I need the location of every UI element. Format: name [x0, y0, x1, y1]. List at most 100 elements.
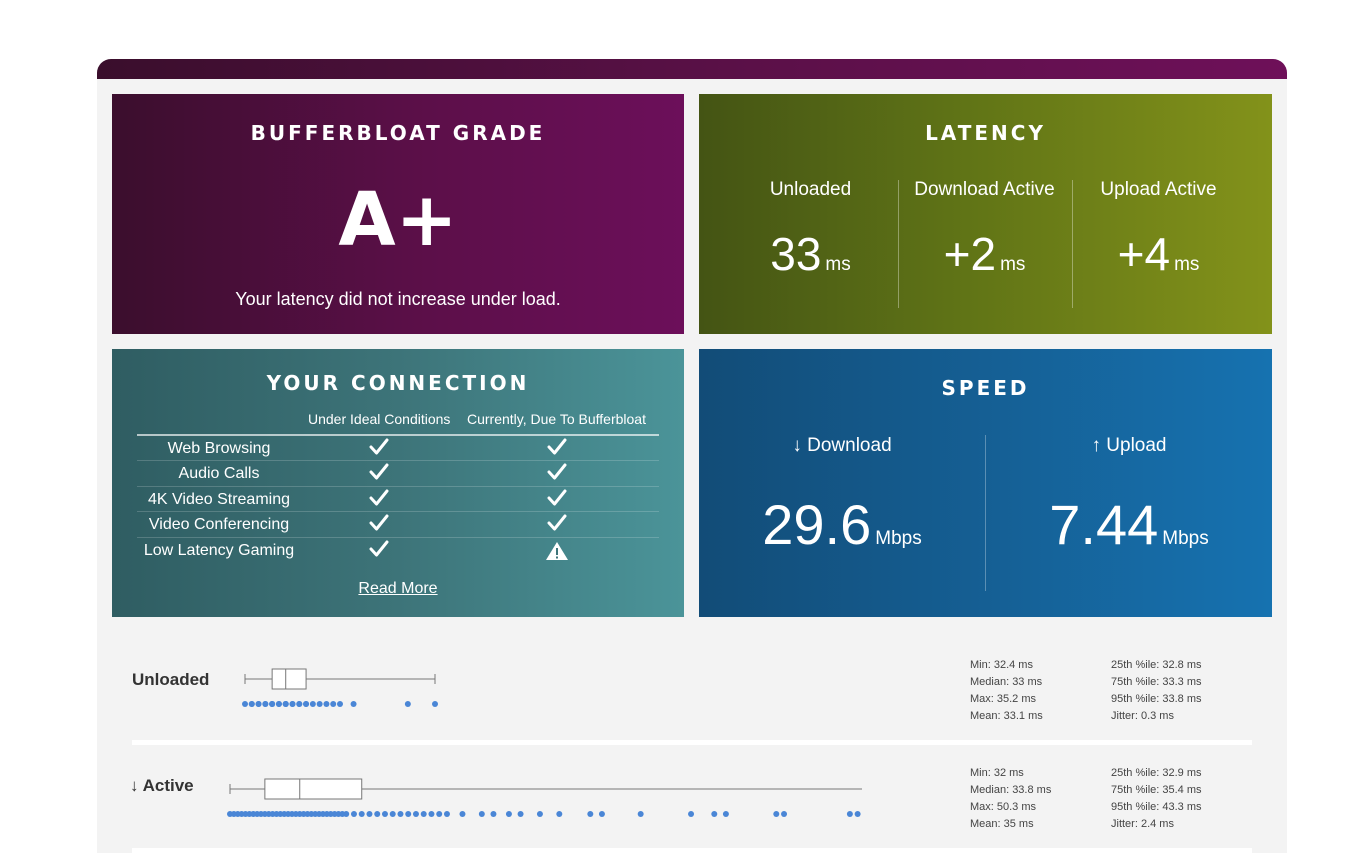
stat-median: Median: 33.8 ms — [970, 784, 1052, 796]
sample-dot — [397, 811, 404, 817]
sample-dot — [316, 701, 323, 707]
grade-description: Your latency did not increase under load… — [235, 289, 561, 309]
connection-row-name: Web Browsing — [167, 440, 271, 457]
stat-mean: Mean: 33.1 ms — [970, 710, 1043, 722]
sample-dot — [366, 811, 373, 817]
upload-unit: Mbps — [1162, 528, 1209, 549]
active-stats-right: 25th %ile: 32.9 ms 75th %ile: 35.4 ms 95… — [1111, 765, 1202, 833]
results-panel: BUFFERBLOAT GRADE A+ Your latency did no… — [97, 59, 1287, 853]
stat-jitter: Jitter: 0.3 ms — [1111, 710, 1174, 722]
your-connection-card: YOUR CONNECTION Under Ideal Conditions C… — [112, 349, 684, 617]
sample-dot — [242, 701, 248, 707]
sample-dot — [505, 811, 512, 817]
latency-unloaded-label: Unloaded — [769, 179, 852, 200]
active-stats-left: Min: 32 ms Median: 33.8 ms Max: 50.3 ms … — [970, 765, 1051, 833]
sample-dot — [275, 701, 282, 707]
stat-max: Max: 35.2 ms — [970, 693, 1037, 705]
check-icon — [369, 463, 389, 486]
latency-download-label: Download Active — [914, 179, 1055, 200]
sample-dot — [343, 811, 350, 817]
speed-card: SPEED ↓ Download 29.6 Mbps ↑ Upload 7.44 M… — [699, 349, 1272, 617]
grade-title: BUFFERBLOAT GRADE — [250, 121, 546, 145]
col-header-current: Currently, Due To Bufferbloat — [467, 411, 646, 427]
unloaded-stats-left: Min: 32.4 ms Median: 33 ms Max: 35.2 ms … — [970, 657, 1043, 725]
download-active-boxplot — [227, 778, 862, 817]
connection-row-name: Audio Calls — [178, 465, 260, 483]
sample-dot — [536, 811, 543, 817]
sample-dot — [262, 701, 269, 707]
connection-row-name: Low Latency Gaming — [143, 541, 295, 559]
stat-jitter: Jitter: 2.4 ms — [1111, 818, 1174, 830]
stat-mean: Mean: 35 ms — [970, 818, 1034, 830]
check-icon — [369, 438, 389, 461]
sample-dot — [598, 811, 605, 817]
latency-unloaded-unit: ms — [825, 254, 851, 275]
connection-title: YOUR CONNECTION — [266, 371, 530, 395]
speed-upload: ↑ Upload 7.44 Mbps — [986, 435, 1272, 569]
stat-max: Max: 50.3 ms — [970, 801, 1037, 813]
download-number: 29.6 — [762, 493, 872, 556]
sample-dot — [282, 701, 289, 707]
connection-row: Web Browsing — [137, 436, 659, 462]
sample-dot — [428, 811, 435, 817]
sample-dot — [255, 701, 262, 707]
sample-dot — [478, 811, 485, 817]
sample-dot — [412, 811, 419, 817]
sample-dot — [323, 701, 330, 707]
latency-unloaded-number: 33 — [770, 228, 822, 280]
row-separator — [132, 740, 1252, 745]
stat-p75: 75th %ile: 33.3 ms — [1111, 676, 1202, 688]
speed-title: SPEED — [941, 376, 1030, 400]
sample-dot — [854, 811, 861, 817]
sample-dot — [389, 811, 396, 817]
col-header-ideal: Under Ideal Conditions — [308, 411, 451, 427]
download-label: ↓ Download — [792, 435, 892, 456]
upload-value: 7.44 Mbps — [986, 495, 1272, 569]
stat-p25: 25th %ile: 32.8 ms — [1111, 659, 1202, 671]
box-iqr — [264, 778, 363, 800]
latency-upload-active: Upload Active +4 ms — [1072, 179, 1245, 309]
download-value: 29.6 Mbps — [699, 495, 985, 569]
stat-p25: 25th %ile: 32.9 ms — [1111, 767, 1202, 779]
check-icon — [547, 514, 567, 537]
connection-row: 4K Video Streaming — [137, 487, 659, 513]
unloaded-stats-right: 25th %ile: 32.8 ms 75th %ile: 33.3 ms 95… — [1111, 657, 1202, 725]
unloaded-row-label: Unloaded — [132, 670, 210, 689]
box-iqr — [271, 668, 307, 690]
sample-dot — [688, 811, 695, 817]
sample-dot — [420, 811, 427, 817]
sample-dot — [350, 701, 357, 707]
sample-dot — [337, 701, 343, 707]
connection-table: Web Browsing Audio Calls 4K Video Streamin… — [137, 434, 659, 563]
connection-row: Audio Calls — [137, 461, 659, 487]
sample-dot — [711, 811, 718, 817]
latency-card: LATENCY Unloaded 33 ms Download Active +2… — [699, 94, 1272, 334]
sample-dot — [248, 701, 255, 707]
grade-value: A+ — [338, 177, 458, 263]
sample-dot — [350, 811, 357, 817]
stat-median: Median: 33 ms — [970, 676, 1043, 688]
latency-upload-unit: ms — [1174, 254, 1200, 275]
stat-min: Min: 32 ms — [970, 767, 1024, 779]
sample-dot — [330, 701, 337, 707]
sample-dot — [303, 701, 310, 707]
upload-number: 7.44 — [1049, 493, 1159, 556]
row-separator — [132, 848, 1252, 853]
speed-download: ↓ Download 29.6 Mbps — [699, 435, 985, 569]
connection-row: Low Latency Gaming — [137, 538, 659, 563]
sample-dot — [358, 811, 365, 817]
connection-row-name: Video Conferencing — [148, 516, 290, 534]
read-more-link[interactable]: Read More — [112, 580, 684, 598]
warning-icon — [545, 541, 569, 566]
sample-dot — [517, 811, 524, 817]
latency-upload-label: Upload Active — [1100, 179, 1217, 200]
unloaded-boxplot — [242, 668, 438, 707]
latency-download-number: +2 — [943, 228, 997, 280]
latency-unloaded: Unloaded 33 ms — [724, 179, 897, 309]
sample-dot — [722, 811, 729, 817]
sample-dot — [309, 701, 316, 707]
sample-dot — [404, 701, 411, 707]
sample-dot — [296, 701, 303, 707]
sample-dot — [405, 811, 412, 817]
latency-download-active: Download Active +2 ms — [898, 179, 1071, 309]
